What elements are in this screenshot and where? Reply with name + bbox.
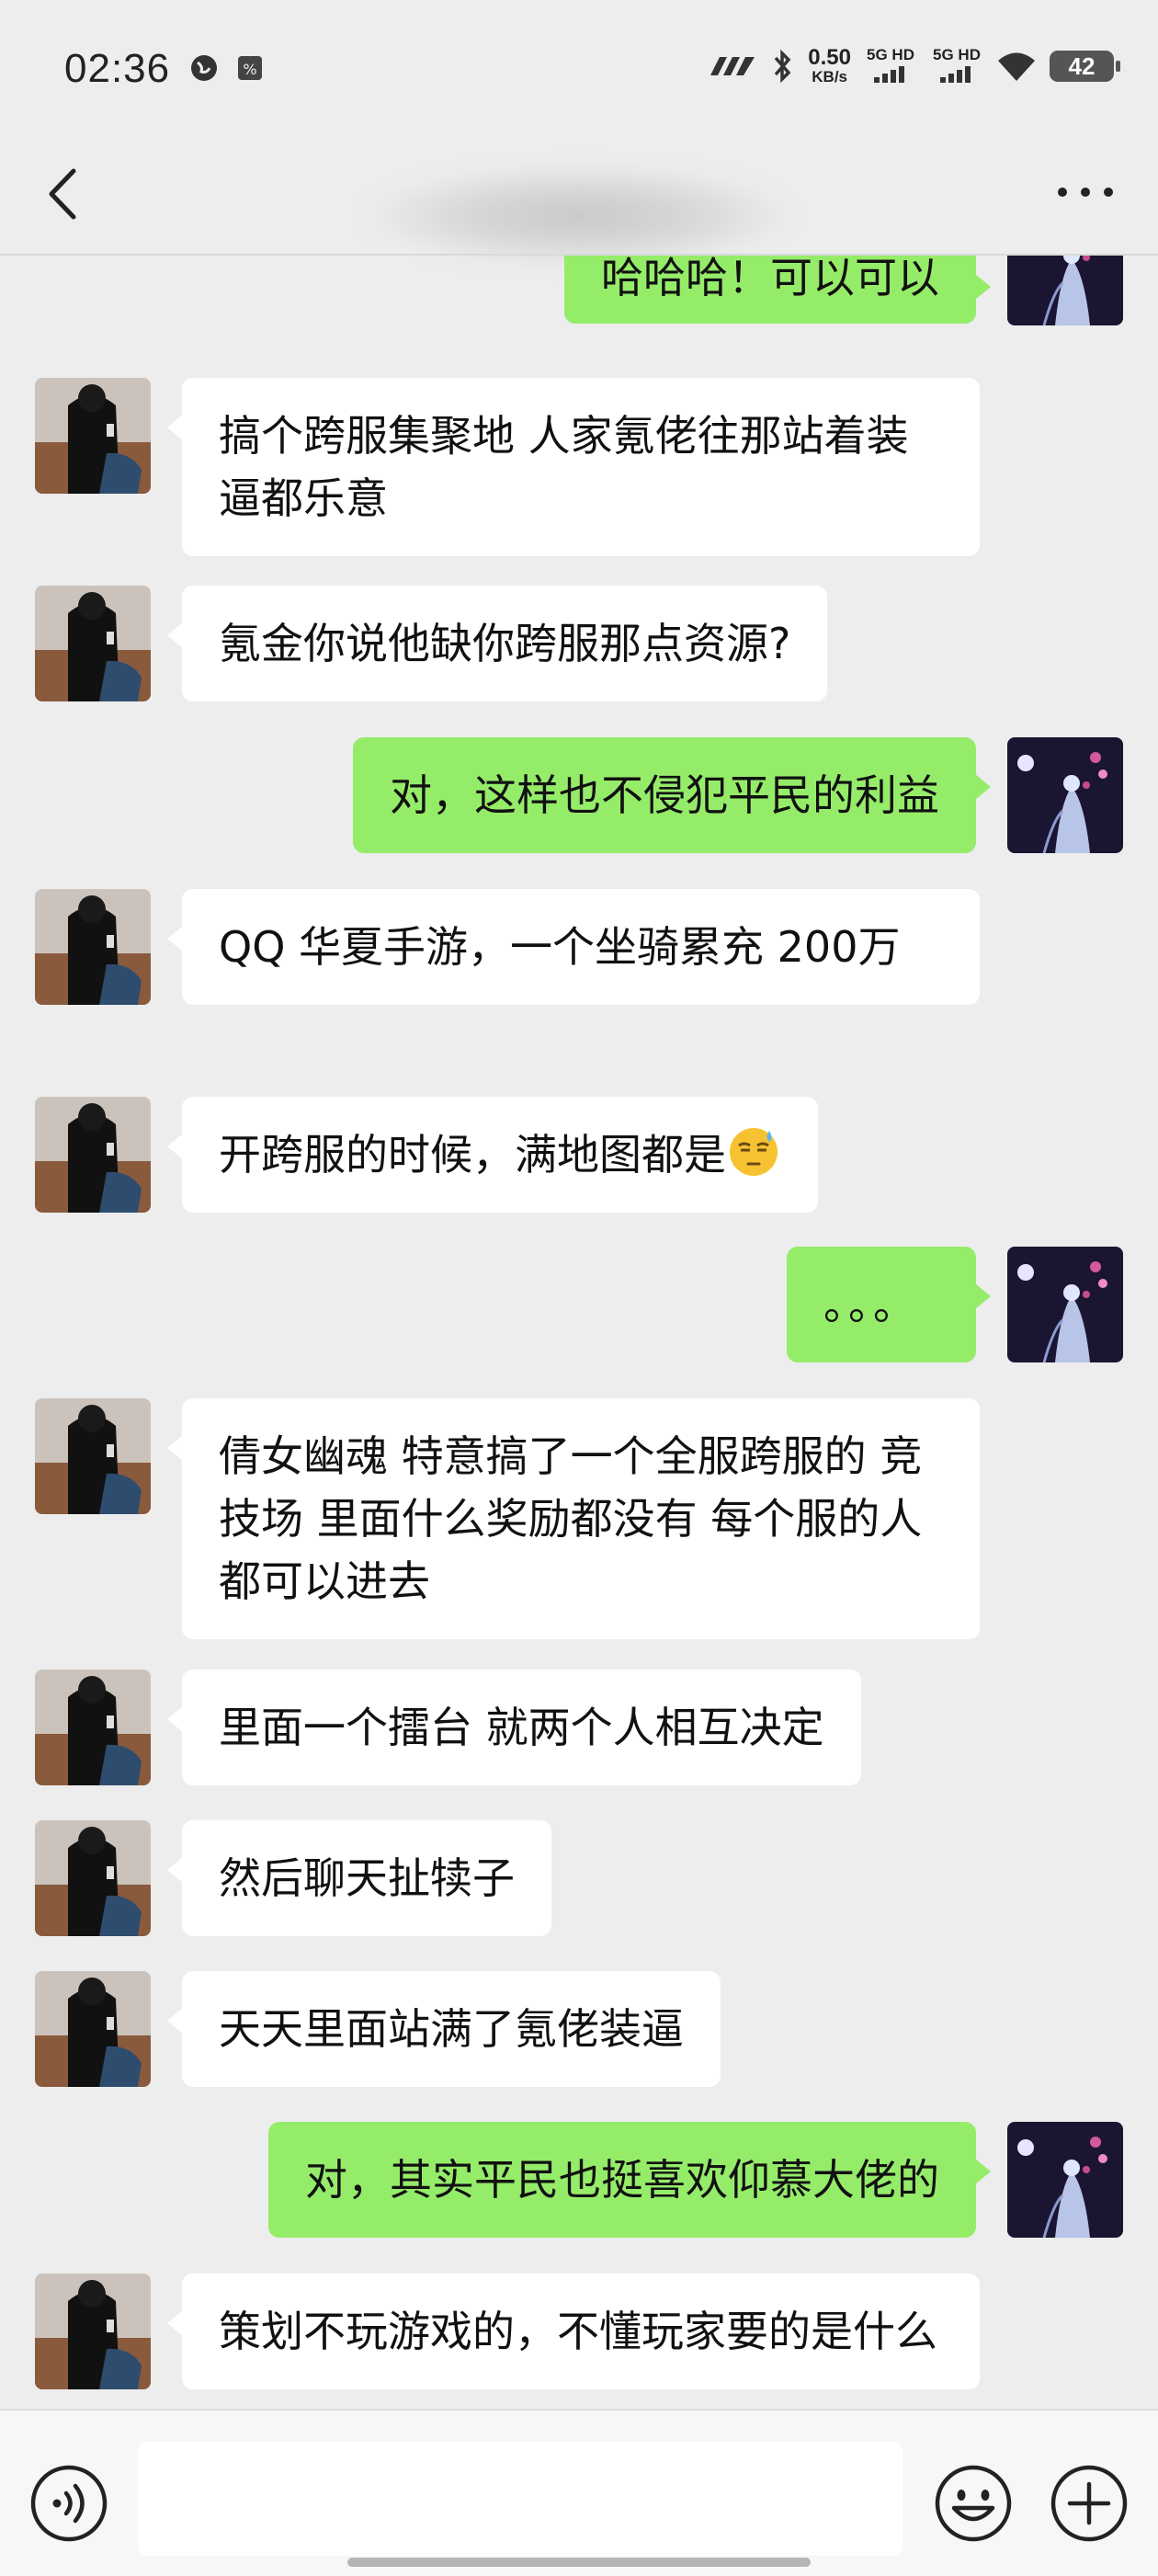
cold-sweat-emoji-icon xyxy=(730,1128,778,1176)
chat-title-blurred xyxy=(368,165,790,267)
contact-avatar[interactable] xyxy=(35,1820,151,1936)
back-chevron-icon[interactable] xyxy=(39,162,94,226)
received-message-bubble[interactable]: 搞个跨服集聚地 人家氪佬往那站着装逼都乐意 xyxy=(167,378,980,556)
wifi-icon xyxy=(998,52,1035,81)
status-bar: 02:36 % 0.50 KB/s 5G HD 5G HD 42 xyxy=(0,0,1158,138)
received-message-bubble[interactable]: 氪金你说他缺你跨服那点资源? xyxy=(166,586,828,701)
chat-header xyxy=(0,138,1158,267)
status-right-icons: 0.50 KB/s 5G HD 5G HD 42 xyxy=(707,45,1120,86)
received-message-bubble[interactable]: 里面一个擂台 就两个人相互决定 xyxy=(167,1670,861,1785)
received-message-bubble[interactable]: 然后聊天扯犊子 xyxy=(167,1820,551,1936)
status-time: 02:36 xyxy=(64,46,171,91)
status-notification-icons: % xyxy=(189,53,265,83)
voice-icon[interactable] xyxy=(29,2464,108,2543)
home-indicator[interactable] xyxy=(347,2558,811,2567)
emoji-icon[interactable] xyxy=(934,2464,1013,2543)
contact-avatar[interactable] xyxy=(35,1670,151,1785)
contact-avatar[interactable] xyxy=(35,1971,151,2087)
contact-avatar[interactable] xyxy=(35,2274,151,2389)
sent-message-bubble[interactable]: 对，其实平民也挺喜欢仰慕大佬的 xyxy=(268,2122,991,2238)
contact-avatar[interactable] xyxy=(35,1398,151,1514)
vpn-globe-icon xyxy=(191,55,217,81)
sim1-signal: 5G HD xyxy=(864,46,917,86)
contact-avatar[interactable] xyxy=(35,1097,151,1213)
contact-avatar[interactable] xyxy=(35,889,151,1005)
my-avatar[interactable] xyxy=(1007,2122,1123,2238)
received-message-bubble[interactable]: 开跨服的时候，满地图都是 xyxy=(167,1097,818,1213)
svg-text:%: % xyxy=(243,61,256,78)
more-ellipsis-icon[interactable] xyxy=(1053,178,1118,206)
message-input[interactable] xyxy=(138,2442,903,2556)
received-message-bubble[interactable]: 倩女幽魂 特意搞了一个全服跨服的 竞技场 里面什么奖励都没有 每个服的人都可以进… xyxy=(167,1398,980,1639)
my-avatar[interactable] xyxy=(1007,737,1123,853)
contact-avatar[interactable] xyxy=(35,586,151,701)
signal-bars-icon xyxy=(940,66,971,83)
message-list[interactable]: 哈哈哈！可以可以 搞个跨服集聚地 人家氪佬往那站着装逼都乐意 氪金你说他缺你跨服… xyxy=(0,256,1158,2409)
received-message-bubble[interactable]: 天天里面站满了氪佬装逼 xyxy=(167,1971,721,2087)
sent-message-bubble[interactable]: 对，这样也不侵犯平民的利益 xyxy=(353,737,991,853)
chat-input-bar xyxy=(0,2409,1158,2576)
sent-message-bubble[interactable]: 哈哈哈！可以可以 xyxy=(564,256,991,324)
message-text: 开跨服的时候，满地图都是 xyxy=(219,1130,726,1180)
sim2-signal: 5G HD xyxy=(930,46,983,86)
bluetooth-icon xyxy=(774,49,791,84)
nfc-icon xyxy=(710,57,755,75)
received-message-bubble[interactable]: 策划不玩游戏的，不懂玩家要的是什么 xyxy=(167,2274,980,2389)
contact-avatar[interactable] xyxy=(35,378,151,494)
received-message-bubble[interactable]: QQ 华夏手游，一个坐骑累充 200万 xyxy=(167,889,980,1005)
plus-icon[interactable] xyxy=(1050,2464,1129,2543)
app-notification-icon: % xyxy=(238,56,262,80)
my-avatar[interactable] xyxy=(1007,1247,1123,1362)
signal-bars-icon xyxy=(874,66,904,83)
sent-message-bubble[interactable]: 。。。 xyxy=(787,1247,991,1362)
net-speed: 0.50 KB/s xyxy=(808,45,851,85)
my-avatar[interactable] xyxy=(1007,256,1123,325)
battery-indicator: 42 xyxy=(1050,51,1120,82)
